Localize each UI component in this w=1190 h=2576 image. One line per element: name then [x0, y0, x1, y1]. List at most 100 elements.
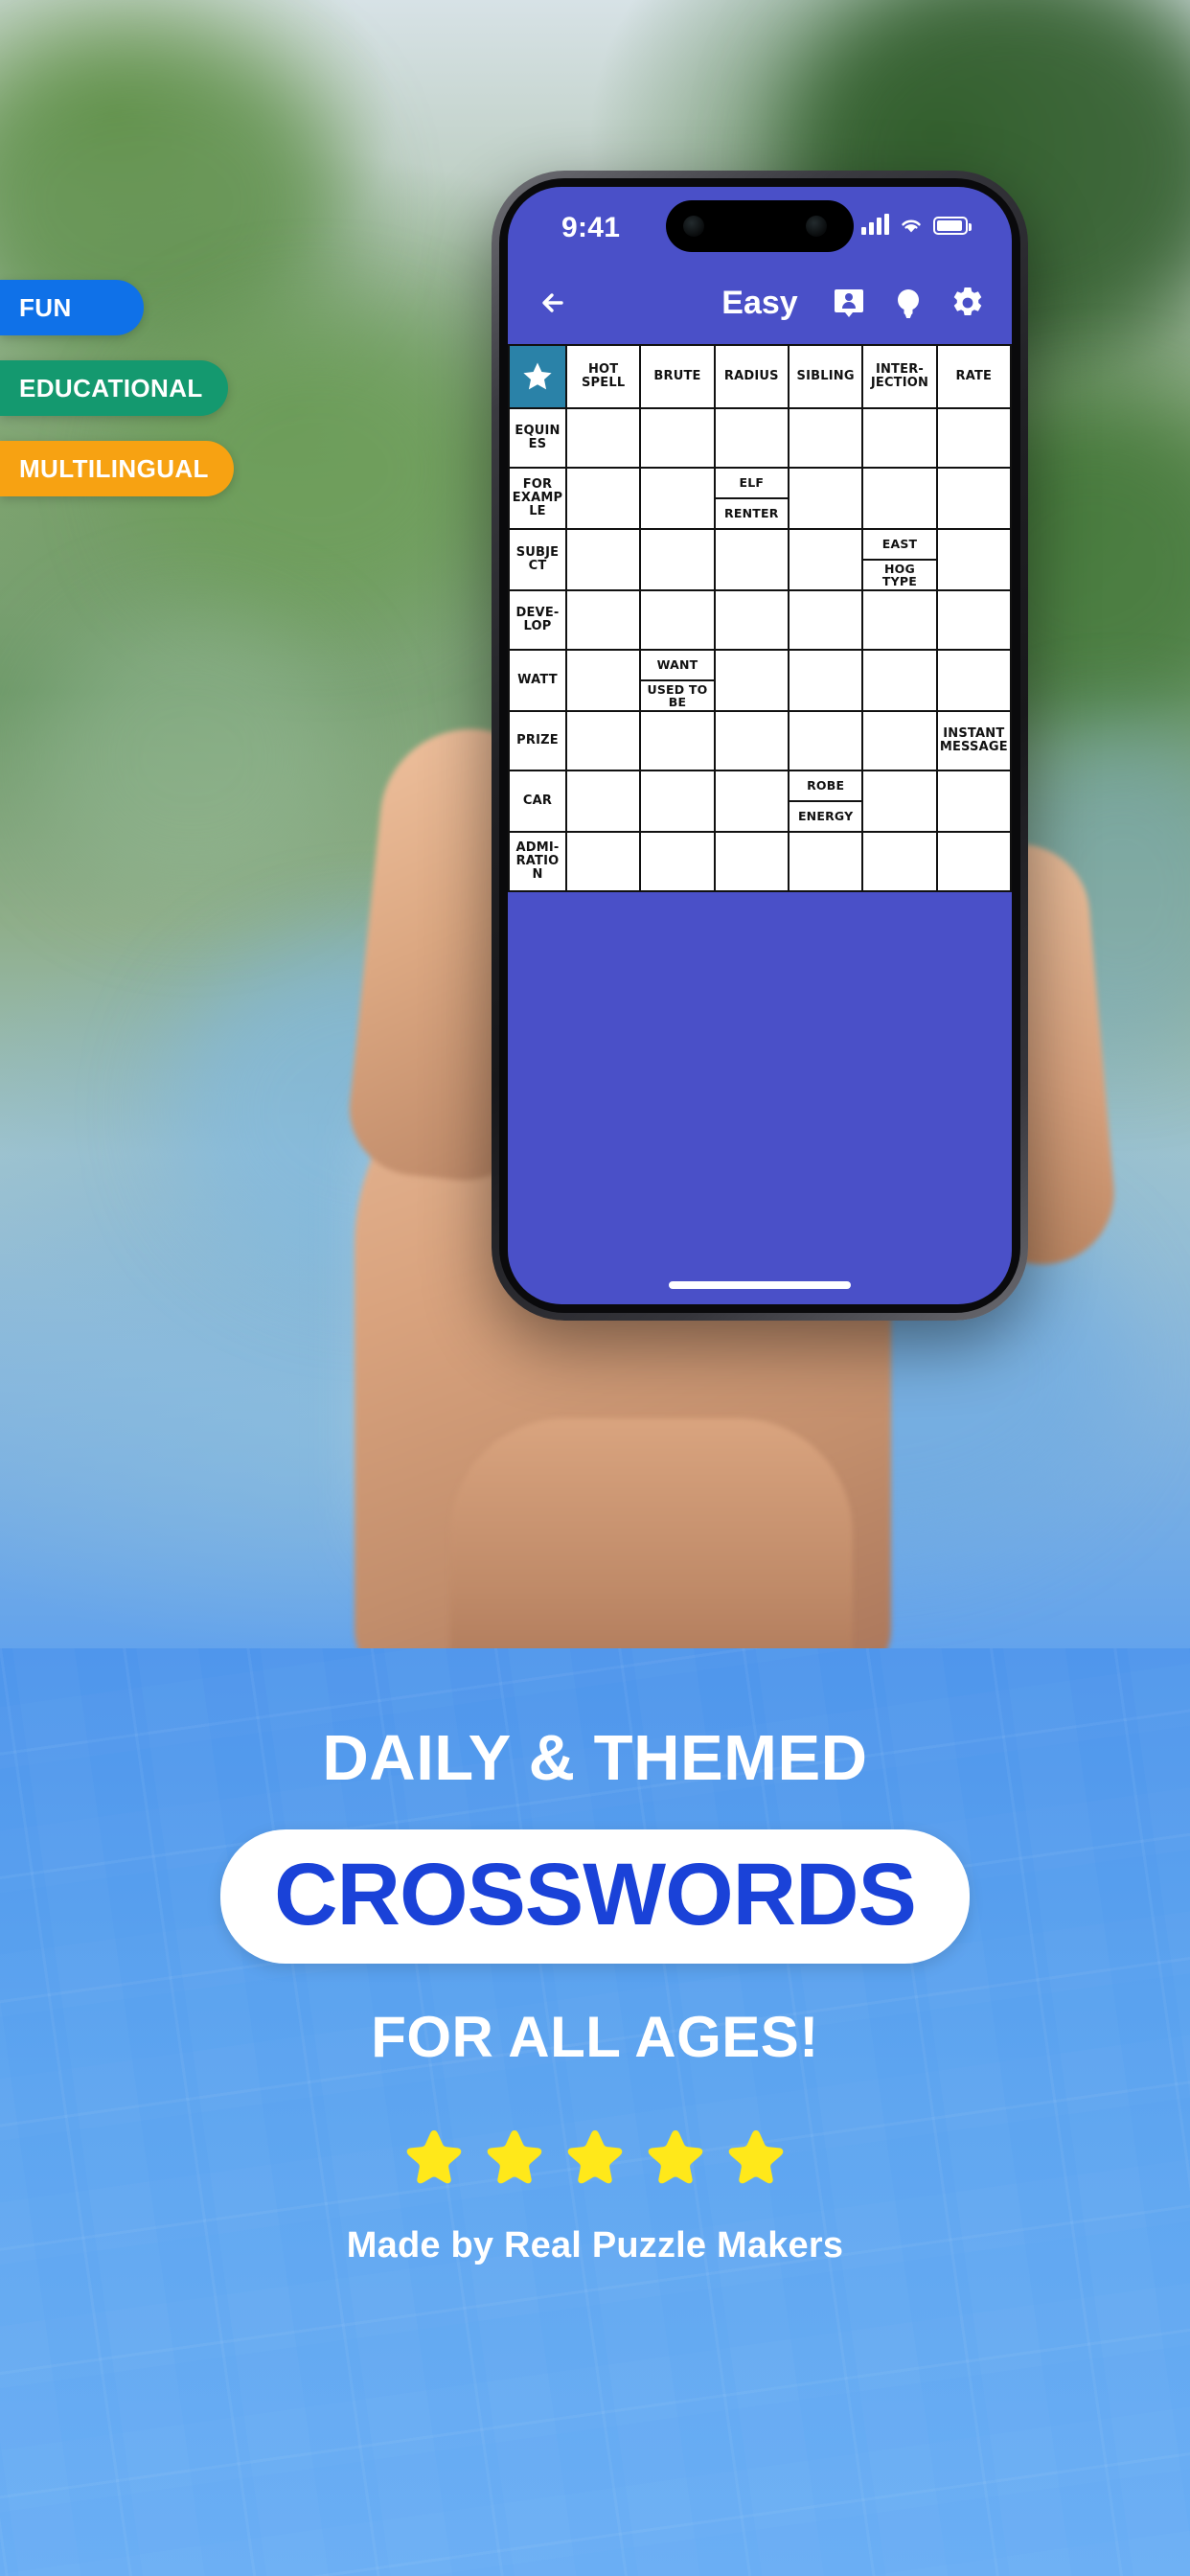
crossword-cell[interactable]: [861, 831, 938, 892]
crossword-row: SUBJECT EAST HOG TYPE: [508, 528, 1012, 591]
crossword-column-clue: BRUTE: [639, 344, 716, 409]
crossword-cell[interactable]: [639, 770, 716, 833]
crossword-row-clue: FOR EXAMPLE: [508, 467, 567, 530]
crossword-row: DEVE-LOP: [508, 589, 1012, 651]
wifi-icon: [899, 216, 924, 235]
crossword-cell[interactable]: [861, 589, 938, 651]
lightbulb-icon[interactable]: [889, 284, 927, 322]
crossword-clue-bottom[interactable]: RENTER: [716, 499, 788, 528]
crossword-cell[interactable]: [861, 710, 938, 771]
crossword-cell[interactable]: [861, 770, 938, 833]
crossword-split-cell[interactable]: WANT USED TO BE: [639, 649, 716, 712]
crossword-cell[interactable]: [935, 589, 1012, 651]
dynamic-island: [666, 200, 854, 252]
feature-badges: FUN EDUCATIONAL MULTILINGUAL: [0, 280, 234, 521]
crossword-cell[interactable]: [713, 770, 790, 833]
crossword-cell[interactable]: [639, 710, 716, 771]
bokeh-blob: [402, 1131, 489, 1533]
crossword-cell[interactable]: [639, 831, 716, 892]
feature-badge-multilingual: MULTILINGUAL: [0, 441, 234, 496]
crossword-cell[interactable]: [935, 528, 1012, 591]
rating-stars: [0, 2126, 1190, 2189]
crossword-cell[interactable]: [713, 649, 790, 712]
crossword-split-cell[interactable]: ELF RENTER: [713, 467, 790, 530]
promo-headline-bottom: FOR ALL AGES!: [371, 2005, 819, 2069]
crossword-row-clue: ADMI-RATION: [508, 831, 567, 892]
crossword-clue-bottom[interactable]: HOG TYPE: [863, 561, 935, 589]
crossword-split-cell[interactable]: ROBE ENERGY: [787, 770, 864, 833]
background-photo: 9:41 Easy HOT SPELL BRUTE RADIUS SIBLING…: [0, 0, 1190, 1648]
crossword-row-clue: PRIZE: [508, 710, 567, 771]
crossword-table: HOT SPELL BRUTE RADIUS SIBLING INTER-JECTION…: [508, 344, 1012, 892]
crossword-cell[interactable]: [787, 710, 864, 771]
crossword-cell[interactable]: [639, 467, 716, 530]
crossword-cell[interactable]: [787, 831, 864, 892]
crossword-cell[interactable]: [935, 770, 1012, 833]
crossword-cell[interactable]: [564, 710, 642, 771]
crossword-grid[interactable]: HOT SPELL BRUTE RADIUS SIBLING INTER-JECTION…: [508, 344, 1012, 892]
header-actions: [830, 284, 987, 322]
crossword-body: HOT SPELL BRUTE RADIUS SIBLING INTER-JECTION…: [508, 344, 1012, 892]
crossword-cell[interactable]: [564, 589, 642, 651]
crossword-cell[interactable]: [787, 589, 864, 651]
crossword-row: EQUINES: [508, 407, 1012, 469]
crosswords-pill: CROSSWORDS: [220, 1829, 970, 1964]
crossword-clue-bottom[interactable]: USED TO BE: [641, 681, 713, 710]
crossword-cell[interactable]: [564, 407, 642, 469]
crossword-cell[interactable]: [787, 528, 864, 591]
app-header: Easy: [508, 262, 1012, 344]
crosswords-pill-label: CROSSWORDS: [274, 1846, 917, 1944]
crossword-cell[interactable]: [639, 407, 716, 469]
crossword-cell[interactable]: [935, 407, 1012, 469]
front-camera-icon: [683, 216, 704, 237]
crossword-row: PRIZE INSTANT MESSAGE: [508, 710, 1012, 771]
crossword-clue-top[interactable]: EAST: [863, 530, 936, 561]
crossword-column-clue: INTER-JECTION: [861, 344, 938, 409]
crossword-cell[interactable]: [564, 467, 642, 530]
cellular-signal-icon: [861, 214, 889, 235]
crossword-cell[interactable]: [564, 528, 642, 591]
crossword-row-clue: DEVE-LOP: [508, 589, 567, 651]
crossword-cell[interactable]: [935, 831, 1012, 892]
crossword-cell[interactable]: [713, 407, 790, 469]
crossword-cell[interactable]: [713, 710, 790, 771]
crossword-row-clue: CAR: [508, 770, 567, 833]
crossword-cell[interactable]: [713, 831, 790, 892]
crossword-cell[interactable]: [935, 467, 1012, 530]
crossword-cell[interactable]: [861, 407, 938, 469]
crossword-cell[interactable]: [787, 649, 864, 712]
gear-icon[interactable]: [949, 284, 987, 322]
crossword-cell[interactable]: [564, 831, 642, 892]
crossword-cell[interactable]: [564, 649, 642, 712]
crossword-cell[interactable]: [713, 589, 790, 651]
crossword-row-clue: SUBJECT: [508, 528, 567, 591]
profile-badge-icon[interactable]: [830, 284, 868, 322]
crossword-cell[interactable]: [564, 770, 642, 833]
crossword-clue-bottom[interactable]: ENERGY: [790, 802, 861, 831]
crossword-cell[interactable]: [935, 649, 1012, 712]
crossword-split-cell[interactable]: EAST HOG TYPE: [861, 528, 938, 591]
crossword-clue-top[interactable]: ROBE: [789, 771, 862, 802]
star-icon: [402, 2126, 466, 2189]
crossword-clue-top[interactable]: WANT: [641, 651, 714, 681]
crossword-clue-top[interactable]: ELF: [715, 469, 788, 499]
phone-screen: 9:41 Easy HOT SPELL BRUTE RADIUS SIBLING…: [508, 187, 1012, 1304]
crossword-cell[interactable]: [861, 649, 938, 712]
crossword-column-clue: RADIUS: [713, 344, 790, 409]
crossword-column-clue: HOT SPELL: [564, 344, 642, 409]
crossword-cell[interactable]: INSTANT MESSAGE: [935, 710, 1012, 771]
star-icon: [724, 2126, 788, 2189]
feature-badge-label: FUN: [19, 292, 72, 322]
crossword-column-clue: SIBLING: [787, 344, 864, 409]
feature-badge-label: EDUCATIONAL: [19, 373, 203, 402]
crossword-cell[interactable]: [787, 467, 864, 530]
crossword-cell[interactable]: [713, 528, 790, 591]
crossword-cell[interactable]: [639, 589, 716, 651]
crossword-cell[interactable]: [861, 467, 938, 530]
crossword-row-clue: EQUINES: [508, 407, 567, 469]
star-icon: [483, 2126, 546, 2189]
crossword-cell[interactable]: [787, 407, 864, 469]
crossword-cell[interactable]: [639, 528, 716, 591]
crossword-row: CAR ROBE ENERGY: [508, 770, 1012, 833]
back-arrow-icon[interactable]: [533, 282, 575, 324]
